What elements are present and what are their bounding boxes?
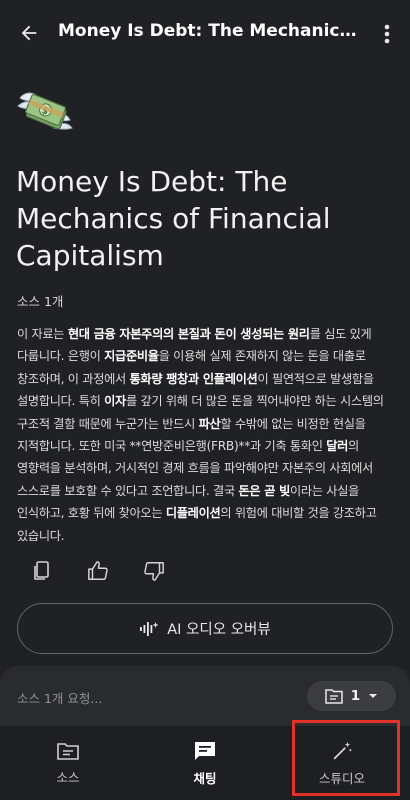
chat-input[interactable]: 소스 1개 요청... xyxy=(17,688,102,707)
caret-down-icon xyxy=(369,694,378,698)
summary-emphasis: 파산 xyxy=(198,416,221,431)
summary-emphasis: 달러 xyxy=(326,439,349,454)
thumbs-up-button[interactable] xyxy=(83,556,113,586)
summary-emphasis: 디플레이션 xyxy=(165,506,221,521)
app-bar-title: Money Is Debt: The Mechanics of Financia… xyxy=(58,21,364,41)
nav-item-studio[interactable]: 스튜디오 xyxy=(274,726,410,800)
source-list-icon xyxy=(325,689,343,704)
copy-button[interactable] xyxy=(27,556,57,586)
more-vert-icon xyxy=(384,24,390,44)
nav-item-sources[interactable]: 소스 xyxy=(0,726,136,800)
audio-overview-label: AI 오디오 오버뷰 xyxy=(167,622,271,638)
summary-emphasis: 현대 금융 자본주의의 본질과 돈이 생성되는 원리 xyxy=(67,327,310,341)
summary-emphasis: 돈은 곧 빚 xyxy=(238,483,290,498)
more-options-button[interactable] xyxy=(375,20,399,48)
thumbs-up-icon xyxy=(88,561,108,580)
top-app-bar: Money Is Debt: The Mechanics of Financia… xyxy=(0,0,410,66)
magic-wand-icon xyxy=(333,741,353,759)
bottom-navigation: 소스 채팅 스튜디오 xyxy=(0,726,410,800)
nav-label-sources: 소스 xyxy=(56,769,80,785)
nav-label-chat: 채팅 xyxy=(193,770,217,786)
thumbs-down-icon xyxy=(144,562,164,581)
source-count: 소스 1개 xyxy=(17,294,64,309)
sources-icon xyxy=(57,742,79,760)
summary-emphasis: 통화량 팽창과 인플레이션 xyxy=(129,371,258,386)
back-button[interactable] xyxy=(14,19,44,47)
nav-item-chat[interactable]: 채팅 xyxy=(137,726,273,800)
summary-actions xyxy=(0,556,410,586)
source-selector-chip[interactable]: 1 xyxy=(307,681,396,711)
source-chip-count: 1 xyxy=(350,688,361,704)
audio-spark-icon xyxy=(140,621,159,636)
arrow-back-icon xyxy=(21,25,37,41)
audio-overview-button[interactable]: AI 오디오 오버뷰 xyxy=(17,603,393,654)
thumbs-down-button[interactable] xyxy=(139,556,169,586)
summary-emphasis: 이자 xyxy=(104,394,126,409)
copy-note-icon xyxy=(34,561,49,580)
notebook-title: Money Is Debt: The Mechanics of Financia… xyxy=(16,165,331,272)
summary-emphasis: 지급준비율 xyxy=(104,349,159,364)
money-with-wings-icon: $ xyxy=(16,88,74,138)
summary-text: 이 자료는 xyxy=(17,327,68,341)
notebook-summary: 이 자료는 현대 금융 자본주의의 본질과 돈이 생성되는 원리를 심도 있게 … xyxy=(17,323,393,547)
nav-label-studio: 스튜디오 xyxy=(318,770,365,786)
chat-icon xyxy=(195,741,215,760)
